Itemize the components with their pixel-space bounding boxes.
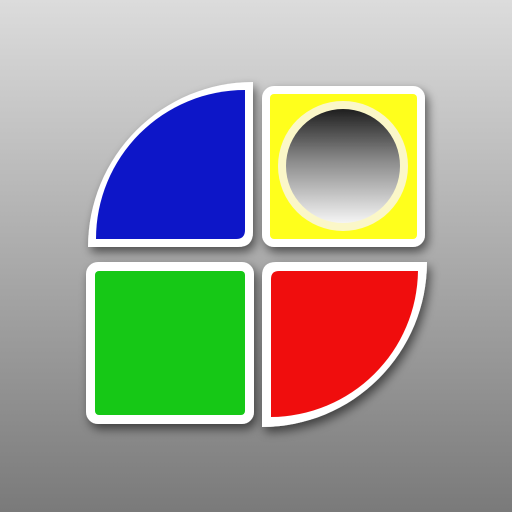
green-tile-fill (95, 271, 245, 415)
green-square-tile (86, 262, 254, 424)
app-icon (0, 0, 512, 512)
icon-background (0, 0, 512, 512)
app-icon-graphic (0, 0, 512, 512)
yellow-tile-with-ring (262, 86, 425, 247)
ring-inner-hole (286, 109, 400, 223)
